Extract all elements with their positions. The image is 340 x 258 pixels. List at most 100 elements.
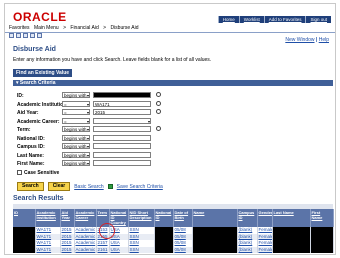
term-lookup-icon[interactable] [156,126,161,131]
new-window-link[interactable]: New Window [285,37,314,43]
aid-year-input[interactable]: 2015 [93,109,151,115]
menu-icon[interactable] [23,33,28,38]
search-button[interactable]: Search [17,182,44,191]
breadcrumb-main-menu[interactable]: Main Menu [34,25,59,31]
cell-campus-id[interactable]: (blank) [237,246,258,253]
aid-year-lookup-icon[interactable] [156,109,161,114]
cell-institution[interactable]: WA171 [35,246,61,253]
cell-national-id[interactable] [154,246,174,253]
national-id-input[interactable] [93,134,151,141]
cell-term[interactable]: 2157 [96,240,110,247]
career-operator-select[interactable]: = [62,117,90,125]
cell-name[interactable] [192,246,238,253]
search-results-table: ID Academic Institution Aid Year Academi… [13,209,334,253]
campus-id-label: Campus ID: [17,144,45,150]
breadcrumb-financial-aid[interactable]: Financial Aid [70,25,98,31]
highlight-circle [99,223,115,239]
breadcrumb-favorites[interactable]: Favorites [9,25,30,31]
col-campus-id[interactable]: Campus ID [237,209,258,227]
cell-term[interactable]: 2161 [96,246,110,253]
top-links: Home Worklist Add to Favorites Sign out [217,16,331,23]
search-criteria-header[interactable]: ▾ Search Criteria [13,80,333,86]
find-existing-value-tab[interactable]: Find an Existing Value [13,69,73,77]
col-id[interactable]: ID [13,209,36,227]
personalize-icon[interactable] [37,33,42,38]
institution-operator-select[interactable]: = [62,100,90,108]
favorites-icon[interactable] [9,33,14,38]
worklist-link[interactable]: Worklist [238,16,264,23]
breadcrumb-disburse-aid[interactable]: Disburse Aid [110,25,138,31]
cell-nid-country[interactable]: USA [109,246,129,253]
id-operator-select[interactable]: begins with [62,92,90,99]
term-operator-select[interactable]: begins with [62,126,90,133]
criteria-row-id: ID: begins with [17,92,257,101]
criteria-row-term: Term: begins with [17,126,257,135]
term-input[interactable] [93,126,151,132]
top-bar: ORACLE Home Worklist Add to Favorites Si… [5,4,335,24]
national-id-label: National ID: [17,135,45,142]
criteria-row-aid-year: Aid Year: = 2015 [17,109,257,118]
col-aid-year[interactable]: Aid Year [60,209,75,227]
institution-label: Academic Institution: [17,101,68,108]
institution-input[interactable]: WA171 [93,100,151,107]
cell-last-name[interactable] [272,246,311,253]
col-first-name[interactable]: First Name [310,209,334,227]
case-sensitive-row: Case Sensitive [17,169,257,178]
cell-nid-description[interactable]: SSN [128,246,155,253]
save-search-criteria-link[interactable]: Save Search Criteria [117,184,163,190]
cell-career[interactable]: Academic [74,240,97,247]
first-name-input[interactable] [93,160,151,166]
cell-id[interactable] [13,246,36,253]
cell-gender[interactable]: Female [257,246,273,253]
col-gender[interactable]: Gender [257,209,273,227]
campus-id-operator-select[interactable]: begins with [62,143,90,150]
case-sensitive-checkbox[interactable] [17,169,22,175]
cell-career[interactable]: Academic [74,227,97,234]
col-name[interactable]: Name [192,209,238,227]
table-row[interactable]: WA171 2015 Academic 2161 USA SSN 05/08 (… [13,246,334,253]
last-name-input[interactable] [93,151,151,158]
id-lookup-icon[interactable] [156,92,161,97]
save-icon[interactable] [107,184,113,189]
col-academic-career[interactable]: Academic Career [74,209,97,227]
campus-id-input[interactable] [93,143,151,149]
first-name-operator-select[interactable]: begins with [62,160,90,167]
clear-button[interactable]: Clear [47,182,71,191]
basic-search-link[interactable]: Basic Search [74,184,103,190]
col-national-id[interactable]: National ID [154,209,174,227]
cell-career[interactable]: Academic [74,246,97,253]
id-label: ID: [17,93,24,99]
col-date-of-birth[interactable]: Date of Birth [173,209,193,227]
criteria-row-career: Academic Career: = [17,117,257,127]
help-link[interactable]: Help [319,37,329,43]
national-id-operator-select[interactable]: begins with [62,134,90,142]
criteria-row-campus-id: Campus ID: begins with [17,143,257,152]
results-header-row: ID Academic Institution Aid Year Academi… [13,209,334,227]
sign-out-link[interactable]: Sign out [305,16,331,23]
last-name-operator-select[interactable]: begins with [62,151,90,159]
col-last-name[interactable]: Last Name [272,209,311,227]
career-select[interactable] [93,117,151,125]
institution-lookup-icon[interactable] [156,100,161,106]
recent-icon[interactable] [16,33,21,38]
career-label: Academic Career: [17,118,60,125]
cell-aid-year[interactable]: 2015 [60,246,75,253]
cell-gender[interactable]: Female [257,227,273,234]
search-menu-icon[interactable] [30,33,35,38]
browser-frame: ORACLE Home Worklist Add to Favorites Si… [4,3,336,255]
col-academic-institution[interactable]: Academic Institution [35,209,61,227]
col-nid-short-description[interactable]: NID Short Description [128,209,155,227]
breadcrumb-separator: > [103,25,107,31]
cell-first-name[interactable] [310,246,334,253]
cell-gender[interactable]: Female [257,240,273,247]
page-instructions: Enter any information you have and click… [13,57,212,63]
cell-dob[interactable]: 05/08 [173,246,193,253]
id-input[interactable] [93,92,151,98]
add-favorites-link[interactable]: Add to Favorites [263,16,306,23]
home-link[interactable]: Home [217,16,239,23]
aid-year-operator-select[interactable]: = [62,109,90,116]
criteria-row-national-id: National ID: begins with [17,134,257,144]
search-results-title: Search Results [13,195,64,202]
last-name-label: Last Name: [17,152,44,159]
aid-year-label: Aid Year: [17,110,39,116]
